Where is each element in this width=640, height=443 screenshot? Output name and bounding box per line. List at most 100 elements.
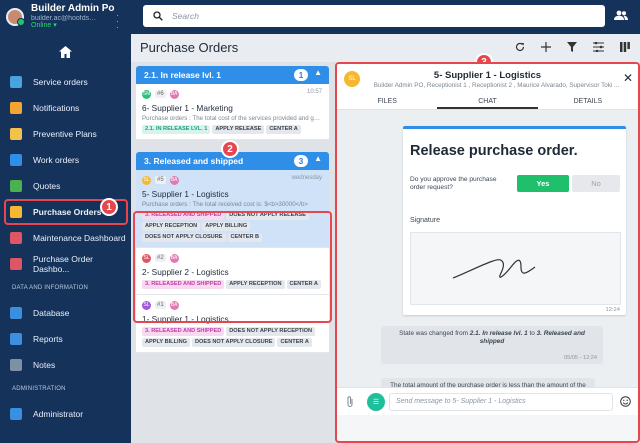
group-label: 2.1. In release lvl. 1 [144,70,222,80]
dashboard-icon [10,258,22,270]
people-icon[interactable] [614,10,628,23]
search-input[interactable]: Search [172,11,199,21]
card-title: 5- Supplier 1 - Logistics [142,189,229,199]
state-change-message: State was changed from 2.1. In release l… [381,326,603,364]
group-header[interactable]: 2.1. In release lvl. 1 1 ▲ [136,66,329,84]
release-form-card: Release purchase order. Do you approve t… [403,126,626,315]
database-icon [10,307,22,319]
sidebar-nav-admin: Administrator [0,401,131,427]
chevron-up-icon[interactable]: ▲ [314,68,322,77]
sidebar-item-label: Maintenance Dashboard [33,233,126,243]
reports-icon [10,333,22,345]
filter-icon[interactable] [567,42,577,52]
no-button[interactable]: No [572,175,620,192]
signature-label: Signature [410,217,440,224]
card-tags: 2.1. IN RELEASE LVL. 1 APPLY RELEASE CENTE… [142,125,323,134]
status-badge: DOES NOT APPLY CLOSURE [191,338,276,347]
yes-button[interactable]: Yes [517,175,569,192]
sidebar-item-label: Notifications [33,103,80,113]
tab-details[interactable]: DETAILS [538,94,638,109]
sidebar-item-maintenance-dashboard[interactable]: Maintenance Dashboard [0,225,131,251]
sidebar-item-label: Purchase Orders [33,207,102,217]
callout-badge-1: 1 [100,198,118,216]
sidebar-item-label: Database [33,308,70,318]
plans-icon [10,128,22,140]
card-avatar: SM [142,89,151,99]
sidebar-item-reports[interactable]: Reports [0,326,131,352]
status-badge: CENTER A [277,338,312,347]
status-badge: CENTER A [266,125,301,134]
columns-icon[interactable] [620,42,630,52]
section-data-label: DATA AND INFORMATION [12,285,89,291]
message-text: State was changed from 2.1. In release l… [399,330,585,346]
attachment-icon[interactable] [346,395,354,408]
card-avatar: SL [142,175,151,185]
sidebar-item-label: Work orders [33,155,80,165]
card-id: #6 [155,90,166,98]
purchase-orders-icon [10,206,22,218]
sidebar-item-administrator[interactable]: Administrator [0,401,131,427]
sidebar-item-purchase-order-dashbo[interactable]: Purchase Order Dashbo... [0,251,131,277]
group-count: 3 [294,155,308,167]
more-vertical-icon[interactable]: · · · [116,11,119,32]
user-profile[interactable]: Builder Admin Po builder.ac@hoofdsy.cot.… [0,0,131,34]
sidebar-item-label: Reports [33,334,63,344]
sidebar-item-notifications[interactable]: Notifications [0,95,131,121]
sidebar-item-label: Purchase Order Dashbo... [33,254,93,274]
emoji-icon[interactable] [620,396,631,407]
user-avatar [6,8,25,26]
form-time: 12:24 [605,307,620,313]
status-badge: APPLY RELEASE [212,125,265,134]
service-orders-icon [10,76,22,88]
purchase-order-list: 2.1. In release lvl. 1 1 ▲ SM #6 BA 10:57 6- Su… [131,62,334,443]
status-badge: 3. RELEASED AND SHIPPED [142,327,225,336]
close-icon[interactable]: ✕ [623,72,633,84]
user-status[interactable]: Online ▾ [31,22,115,29]
sidebar-item-label: Notes [33,360,56,370]
list-icon[interactable]: ☰ [367,393,385,411]
highlight-outline [133,211,332,323]
search-box[interactable]: Search [143,5,605,27]
sidebar-item-label: Quotes [33,181,61,191]
search-icon [153,11,163,21]
card-title: 6- Supplier 1 - Marketing [142,103,233,113]
signature-pad [410,232,621,305]
status-badge: DOES NOT APPLY RECEPTION [226,327,316,336]
card-tags: 3. RELEASED AND SHIPPED DOES NOT APPLY RE… [142,327,323,347]
sidebar: Builder Admin Po builder.ac@hoofdsy.cot.… [0,0,131,443]
sidebar-item-quotes[interactable]: Quotes [0,173,131,199]
card-id: #5 [155,176,166,184]
sidebar-item-database[interactable]: Database [0,300,131,326]
work-orders-icon [10,154,22,166]
money-bag-icon [10,180,22,192]
chat-area: Release purchase order. Do you approve t… [337,110,638,415]
form-question: Do you approve the purchase order reques… [410,176,497,192]
callout-badge-2: 2 [221,140,239,158]
detail-tabs: FILES CHAT DETAILS [337,94,638,110]
sidebar-item-label: Preventive Plans [33,129,97,139]
chat-composer: ☰ Send message to 5- Supplier 1 - Logist… [337,387,638,415]
form-title: Release purchase order. [410,143,578,159]
page-header: Purchase Orders [131,34,640,62]
sidebar-item-notes[interactable]: Notes [0,352,131,378]
wrench-icon [10,102,22,114]
sidebar-item-label: Administrator [33,409,84,419]
detail-participants: Builder Admin PO, Receptionist 1 , Recep… [373,82,620,89]
order-card[interactable]: SM #6 BA 10:57 6- Supplier 1 - Marketing Purc… [136,84,329,140]
folder-icon [10,359,22,371]
options-icon[interactable] [593,42,604,52]
home-button[interactable] [0,38,131,66]
sidebar-item-service-orders[interactable]: Service orders [0,69,131,95]
chevron-up-icon[interactable]: ▲ [314,154,322,163]
refresh-icon[interactable] [515,42,525,52]
tab-files[interactable]: FILES [337,94,437,109]
signature-drawing [452,259,536,279]
add-icon[interactable] [541,42,551,52]
user-email: builder.ac@hoofdsy.cot... [31,14,99,22]
admin-icon [10,408,22,420]
tab-chat[interactable]: CHAT [437,94,538,109]
order-detail-panel: SL 5- Supplier 1 - Logistics Builder Adm… [335,62,640,443]
sidebar-item-work-orders[interactable]: Work orders [0,147,131,173]
message-input[interactable]: Send message to 5- Supplier 1 - Logistic… [389,393,613,411]
sidebar-item-preventive-plans[interactable]: Preventive Plans [0,121,131,147]
